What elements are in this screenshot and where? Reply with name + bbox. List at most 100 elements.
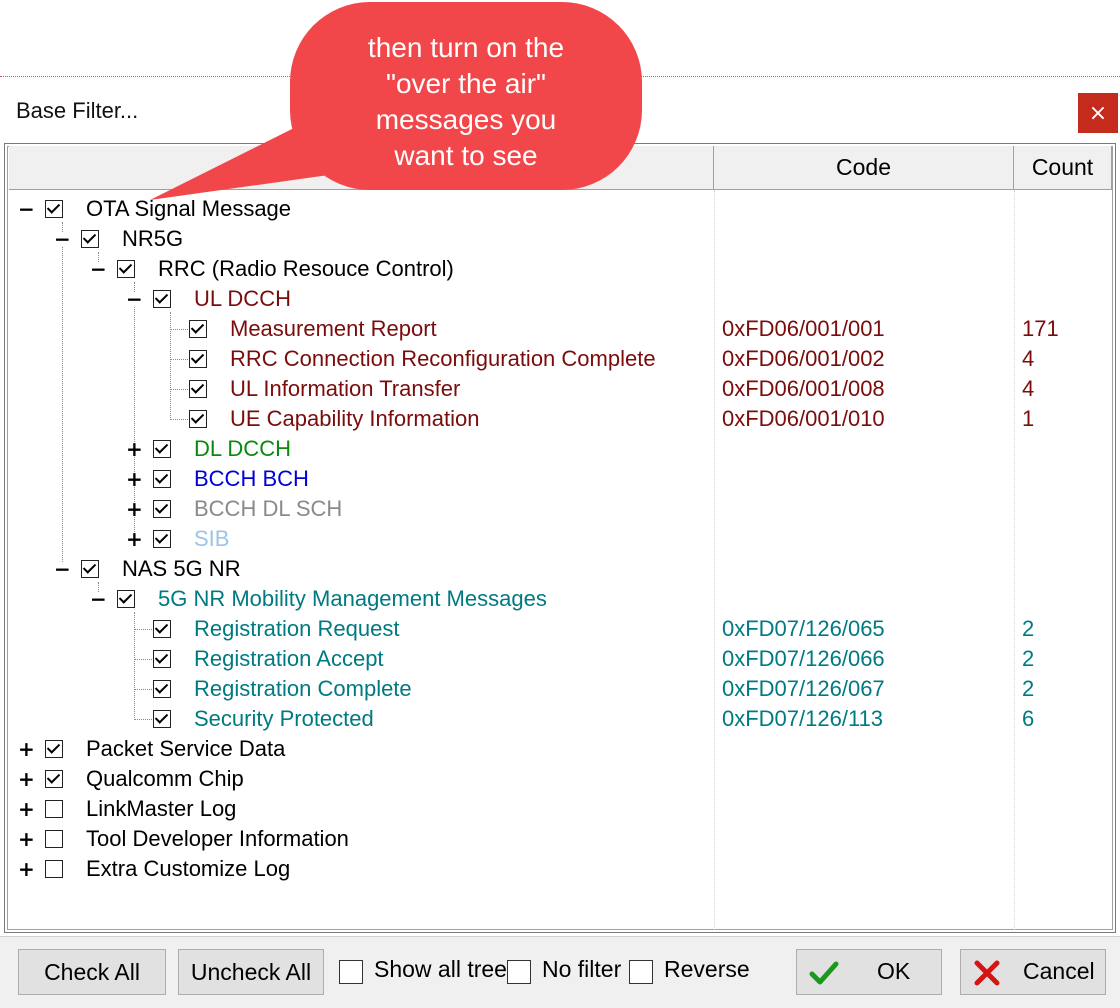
tree-label: Registration Complete xyxy=(194,676,412,701)
cancel-label: Cancel xyxy=(1023,958,1095,984)
callout-line: then turn on the xyxy=(367,32,565,63)
tree-row-bcch-dl-sch[interactable]: + BCCH DL SCH xyxy=(0,494,1120,524)
tree-label: BCCH DL SCH xyxy=(194,496,343,521)
callout-line: messages you xyxy=(375,104,557,135)
tree-row-packet-service-data[interactable]: + Packet Service Data xyxy=(0,734,1120,764)
checkbox-rrc-reconfig-complete[interactable] xyxy=(189,350,207,368)
message-code: 0xFD06/001/002 xyxy=(722,346,885,371)
message-code: 0xFD07/126/066 xyxy=(722,646,885,671)
tree-label: NAS 5G NR xyxy=(122,556,241,581)
checkbox-packet-service-data[interactable] xyxy=(45,740,63,758)
show-all-tree-label: Show all tree xyxy=(374,956,507,982)
checkbox-ul-information-transfer[interactable] xyxy=(189,380,207,398)
collapse-icon[interactable]: − xyxy=(126,289,143,309)
callout-line: want to see xyxy=(394,140,538,171)
check-all-button[interactable]: Check All xyxy=(18,949,166,995)
tree-row-measurement-report[interactable]: Measurement Report 0xFD06/001/001 171 xyxy=(0,314,1120,344)
checkbox-bcch-dl-sch[interactable] xyxy=(153,500,171,518)
tree-row-security-protected[interactable]: Security Protected 0xFD07/126/113 6 xyxy=(0,704,1120,734)
checkbox-registration-request[interactable] xyxy=(153,620,171,638)
tree-row-ul-dcch[interactable]: − UL DCCH xyxy=(0,284,1120,314)
tree-row-dl-dcch[interactable]: + DL DCCH xyxy=(0,434,1120,464)
message-code: 0xFD06/001/010 xyxy=(722,406,885,431)
message-code: 0xFD07/126/113 xyxy=(722,706,884,731)
expand-icon[interactable]: + xyxy=(18,799,35,819)
callout-text: then turn on the "over the air" messages… xyxy=(290,30,642,174)
tree-label: Registration Request xyxy=(194,616,400,641)
checkbox-registration-complete[interactable] xyxy=(153,680,171,698)
tree-row-registration-request[interactable]: Registration Request 0xFD07/126/065 2 xyxy=(0,614,1120,644)
cancel-button[interactable]: Cancel xyxy=(960,949,1106,995)
tree-row-rrc-reconfig-complete[interactable]: RRC Connection Reconfiguration Complete … xyxy=(0,344,1120,374)
ok-label: OK xyxy=(877,958,911,984)
checkbox-rrc[interactable] xyxy=(117,260,135,278)
checkbox-dl-dcch[interactable] xyxy=(153,440,171,458)
tree-row-tool-developer-information[interactable]: + Tool Developer Information xyxy=(0,824,1120,854)
message-count: 2 xyxy=(1022,676,1035,701)
tree-row-nas-5g-nr[interactable]: − NAS 5G NR xyxy=(0,554,1120,584)
message-count: 4 xyxy=(1022,346,1035,371)
tree-label: Security Protected xyxy=(194,706,374,731)
checkbox-extra-customize-log[interactable] xyxy=(45,860,63,878)
collapse-icon[interactable]: − xyxy=(54,559,71,579)
tree-label: DL DCCH xyxy=(194,436,291,461)
expand-icon[interactable]: + xyxy=(126,439,143,459)
expand-icon[interactable]: + xyxy=(126,499,143,519)
tree-row-bcch-bch[interactable]: + BCCH BCH xyxy=(0,464,1120,494)
expand-icon[interactable]: + xyxy=(126,469,143,489)
tree-label: UE Capability Information xyxy=(230,406,480,431)
reverse-checkbox[interactable] xyxy=(629,960,653,984)
tree-row-extra-customize-log[interactable]: + Extra Customize Log xyxy=(0,854,1120,884)
tree-row-qualcomm-chip[interactable]: + Qualcomm Chip xyxy=(0,764,1120,794)
tree-label: BCCH BCH xyxy=(194,466,309,491)
checkbox-linkmaster-log[interactable] xyxy=(45,800,63,818)
tree-row-registration-accept[interactable]: Registration Accept 0xFD07/126/066 2 xyxy=(0,644,1120,674)
green-checkmark-icon xyxy=(809,961,839,985)
expand-icon[interactable]: + xyxy=(18,829,35,849)
tree-row-ul-information-transfer[interactable]: UL Information Transfer 0xFD06/001/008 4 xyxy=(0,374,1120,404)
checkbox-measurement-report[interactable] xyxy=(189,320,207,338)
checkbox-nas-5g-nr[interactable] xyxy=(81,560,99,578)
tree-row-linkmaster-log[interactable]: + LinkMaster Log xyxy=(0,794,1120,824)
ok-button[interactable]: OK xyxy=(796,949,942,995)
no-filter-checkbox[interactable] xyxy=(507,960,531,984)
reverse-label: Reverse xyxy=(664,956,750,982)
message-count: 6 xyxy=(1022,706,1035,731)
tree-label: Tool Developer Information xyxy=(86,826,349,851)
tree-label: LinkMaster Log xyxy=(86,796,237,821)
tree-label: SIB xyxy=(194,526,230,551)
expand-icon[interactable]: + xyxy=(18,769,35,789)
tree-label: Packet Service Data xyxy=(86,736,286,761)
message-code: 0xFD06/001/008 xyxy=(722,376,885,401)
checkbox-bcch-bch[interactable] xyxy=(153,470,171,488)
tree-label: UL Information Transfer xyxy=(230,376,461,401)
checkbox-qualcomm-chip[interactable] xyxy=(45,770,63,788)
collapse-icon[interactable]: − xyxy=(90,589,107,609)
checkbox-security-protected[interactable] xyxy=(153,710,171,728)
tree-row-sib[interactable]: + SIB xyxy=(0,524,1120,554)
show-all-tree-checkbox[interactable] xyxy=(339,960,363,984)
message-code: 0xFD06/001/001 xyxy=(722,316,885,341)
no-filter-label: No filter xyxy=(542,956,622,982)
tree-row-5g-nr-mobility-management[interactable]: − 5G NR Mobility Management Messages xyxy=(0,584,1120,614)
tree-label: 5G NR Mobility Management Messages xyxy=(158,586,547,611)
tree-label: RRC Connection Reconfiguration Complete xyxy=(230,346,656,371)
expand-icon[interactable]: + xyxy=(126,529,143,549)
message-count: 4 xyxy=(1022,376,1035,401)
checkbox-ue-capability-information[interactable] xyxy=(189,410,207,428)
red-x-icon xyxy=(974,960,1000,986)
tree-label: UL DCCH xyxy=(194,286,291,311)
checkbox-sib[interactable] xyxy=(153,530,171,548)
uncheck-all-button[interactable]: Uncheck All xyxy=(178,949,324,995)
collapse-icon[interactable]: − xyxy=(90,259,107,279)
expand-icon[interactable]: + xyxy=(18,739,35,759)
tree-row-registration-complete[interactable]: Registration Complete 0xFD07/126/067 2 xyxy=(0,674,1120,704)
checkbox-tool-developer-information[interactable] xyxy=(45,830,63,848)
checkbox-ul-dcch[interactable] xyxy=(153,290,171,308)
checkbox-5g-nr-mobility-management[interactable] xyxy=(117,590,135,608)
expand-icon[interactable]: + xyxy=(18,859,35,879)
checkbox-registration-accept[interactable] xyxy=(153,650,171,668)
message-count: 2 xyxy=(1022,646,1035,671)
message-code: 0xFD07/126/067 xyxy=(722,676,885,701)
tree-row-ue-capability-information[interactable]: UE Capability Information 0xFD06/001/010… xyxy=(0,404,1120,434)
